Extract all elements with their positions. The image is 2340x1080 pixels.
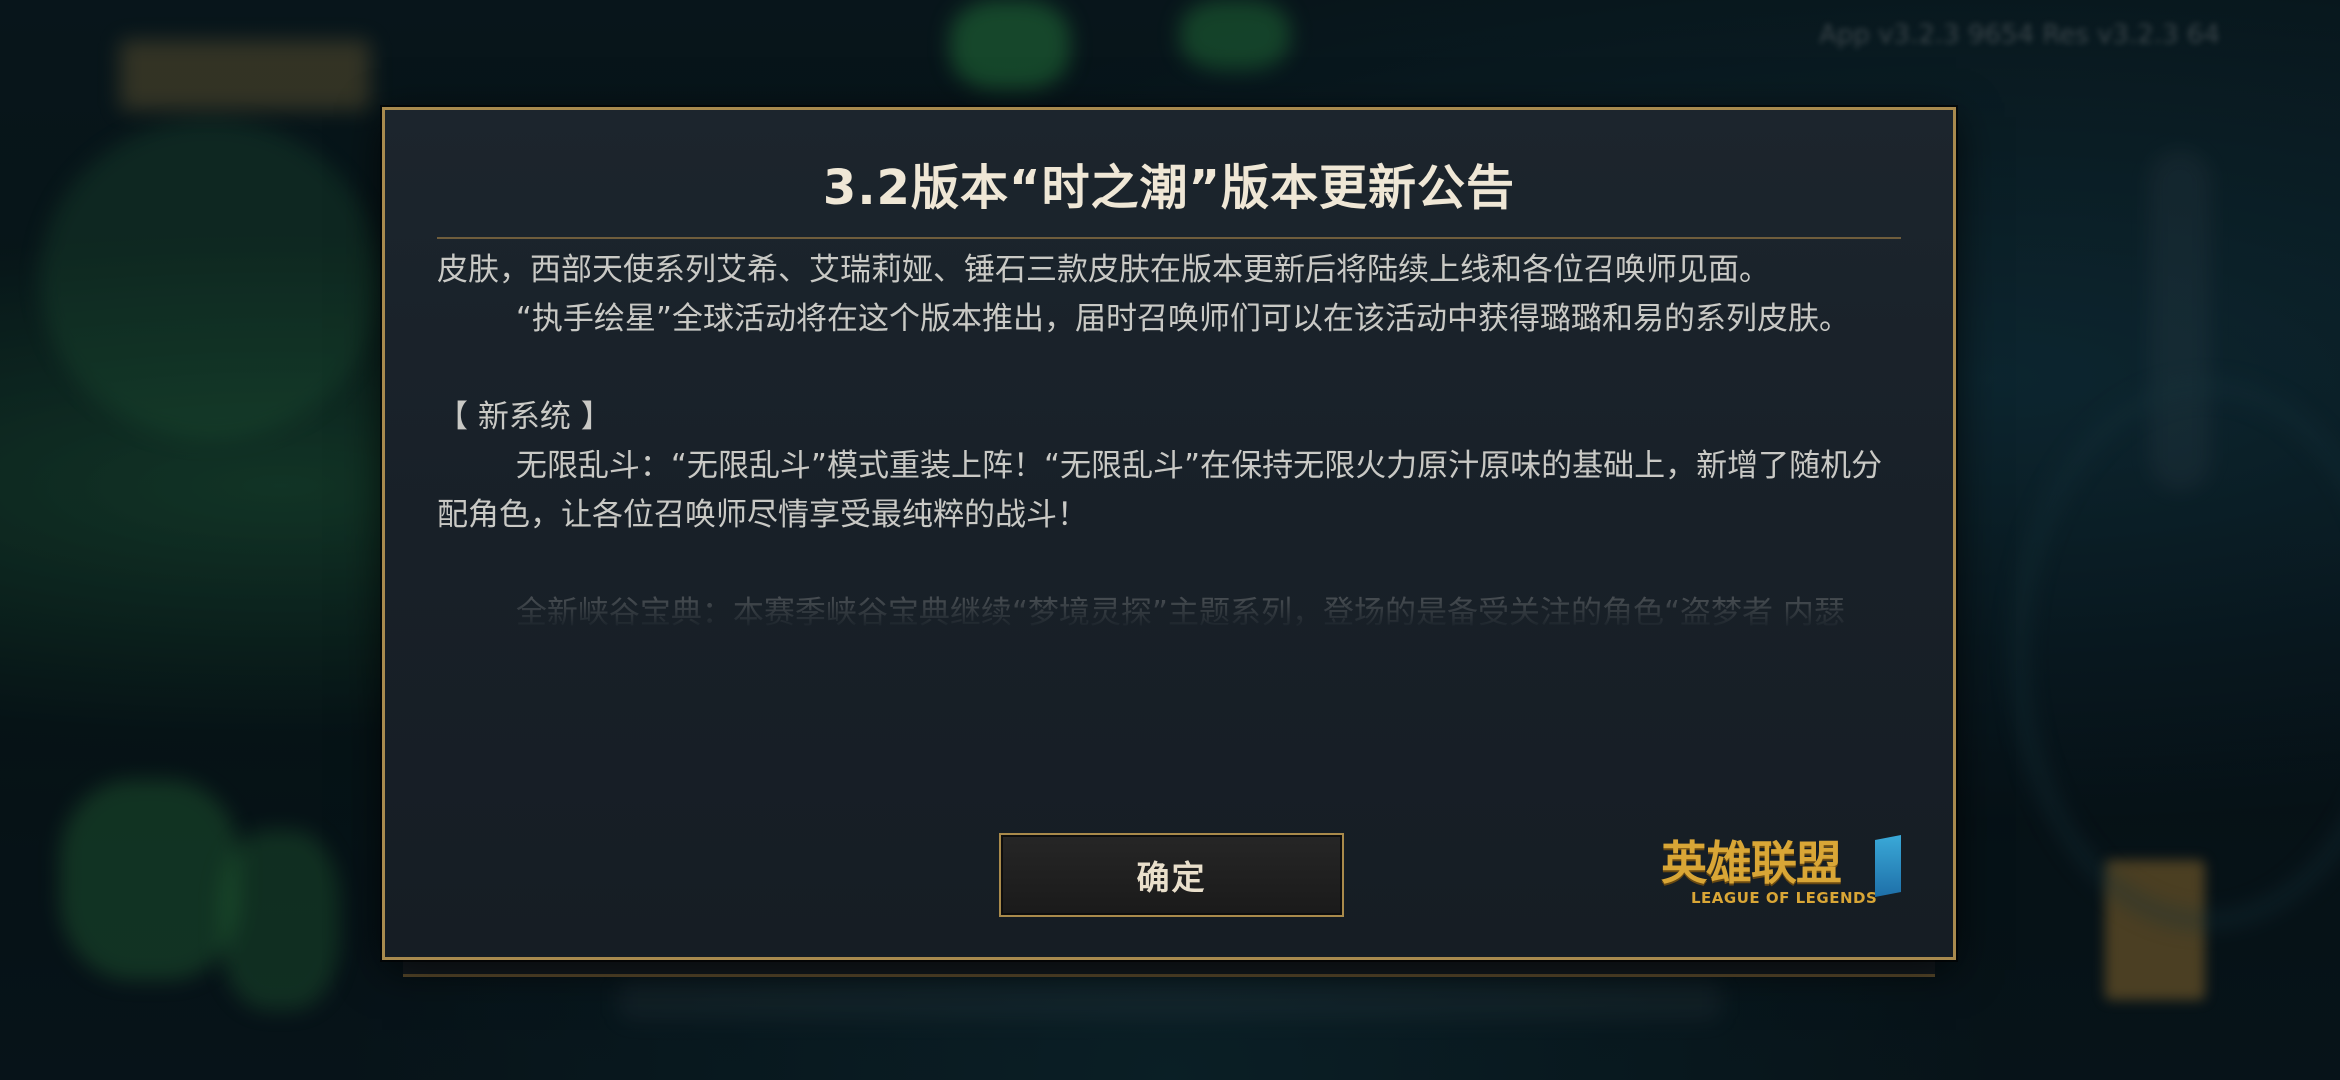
paragraph-spacer <box>437 540 1903 589</box>
logo-english-text: LEAGUE OF LEGENDS <box>1691 889 1878 907</box>
announcement-paragraph: 皮肤，西部天使系列艾希、艾瑞莉娅、锤石三款皮肤在版本更新后将陆续上线和各位召唤师… <box>437 252 1770 288</box>
announcement-title: 3.2版本“时之潮”版本更新公告 <box>822 160 1516 216</box>
game-background: App v3.2.3 9654 Res v3.2.3 64 3.2版本“时之潮”… <box>0 0 2340 1080</box>
announcement-dialog: 3.2版本“时之潮”版本更新公告 皮肤，西部天使系列艾希、艾瑞莉娅、锤石三款皮肤… <box>382 107 1956 960</box>
announcement-paragraph: “执手绘星”全球活动将在这个版本推出，届时召唤师们可以在该活动中获得璐璐和易的系… <box>437 301 1850 337</box>
announcement-body[interactable]: 皮肤，西部天使系列艾希、艾瑞莉娅、锤石三款皮肤在版本更新后将陆续上线和各位召唤师… <box>437 246 1903 846</box>
league-of-legends-logo: 英雄联盟 LEAGUE OF LEGENDS <box>1661 835 1901 915</box>
title-divider <box>437 237 1901 239</box>
announcement-paragraph: 全新峡谷宝典：本赛季峡谷宝典继续“梦境灵探”主题系列，登场的是备受关注的角色“盗… <box>437 595 1899 729</box>
logo-chinese-text: 英雄联盟 <box>1661 836 1842 890</box>
announcement-paragraph: 无限乱斗：“无限乱斗”模式重装上阵！“无限乱斗”在保持无限火力原汁原味的基础上，… <box>437 448 1883 533</box>
confirm-button[interactable]: 确定 <box>999 833 1344 917</box>
section-heading: 【 新系统 】 <box>437 399 612 435</box>
paragraph-spacer <box>437 344 1903 393</box>
logo-mobile-badge-icon <box>1875 835 1901 897</box>
